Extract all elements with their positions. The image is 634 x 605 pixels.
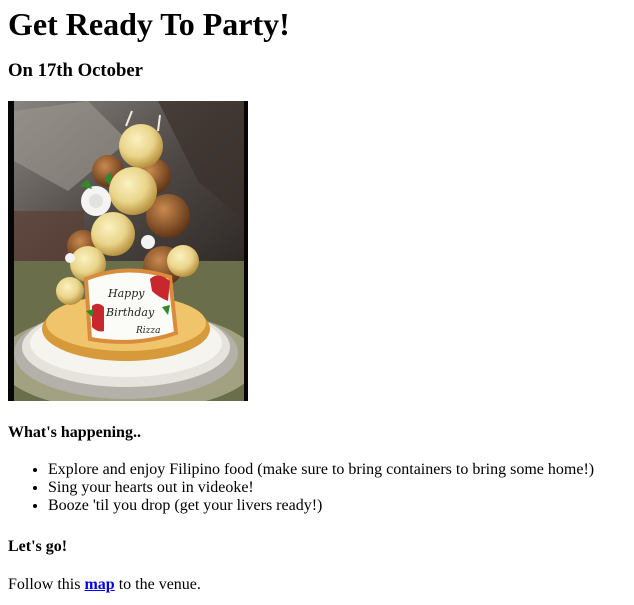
directions-paragraph: Follow this map to the venue.: [8, 575, 626, 594]
event-date: On 17th October: [8, 60, 143, 81]
cake-text-birthday: Birthday: [105, 306, 155, 319]
happening-heading: What's happening..: [8, 424, 141, 441]
directions-text-before: Follow this: [8, 576, 85, 593]
map-link[interactable]: map: [84, 576, 114, 593]
cake-text-happy: Happy: [107, 287, 145, 300]
directions-text-after: to the venue.: [114, 576, 201, 593]
activities-list: Explore and enjoy Filipino food (make su…: [8, 461, 626, 515]
page-title: Get Ready To Party!: [8, 6, 290, 42]
cake-illustration: Happy Birthday Rizza: [8, 101, 248, 401]
list-item: Booze 'til you drop (get your livers rea…: [48, 497, 626, 515]
lets-go-heading: Let's go!: [8, 538, 68, 555]
birthday-cake-photo: Happy Birthday Rizza: [8, 101, 248, 401]
list-item: Sing your hearts out in videoke!: [48, 479, 626, 497]
list-item: Explore and enjoy Filipino food (make su…: [48, 461, 626, 479]
page-content: Get Ready To Party! On 17th October Happ…: [0, 0, 634, 594]
cake-text-name: Rizza: [135, 326, 161, 336]
